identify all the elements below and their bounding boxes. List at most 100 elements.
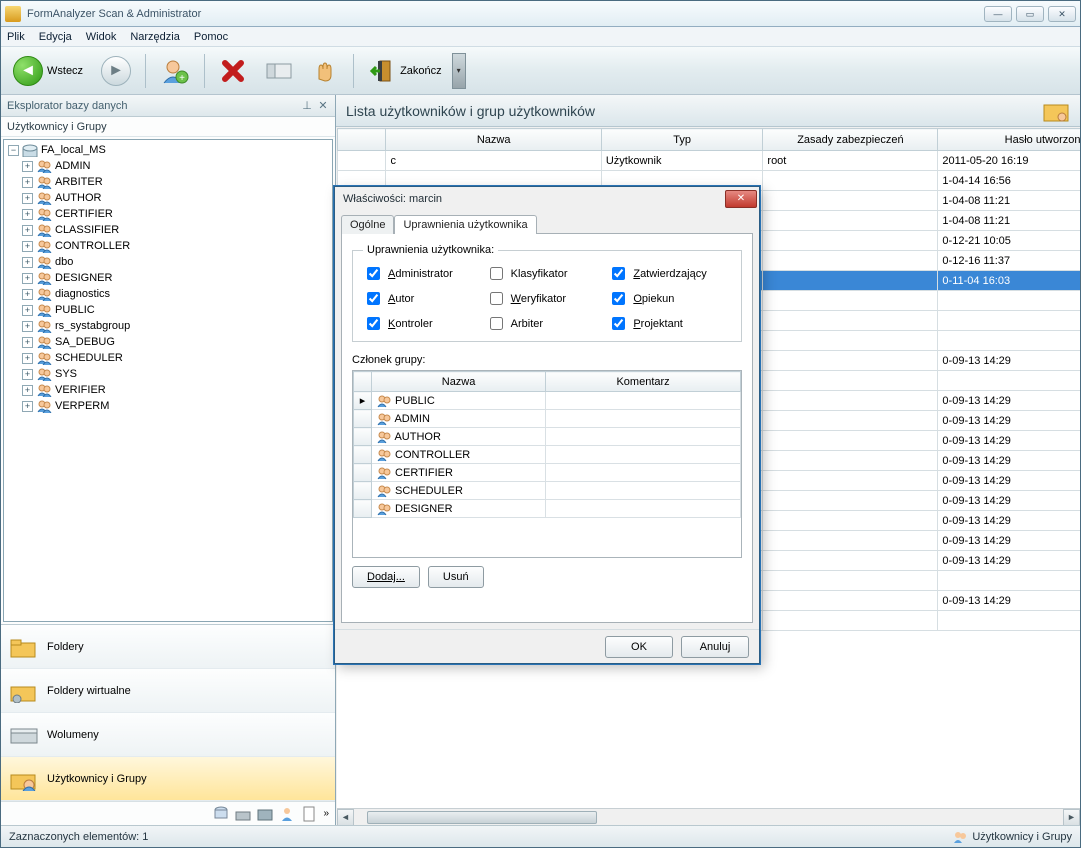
menu-widok[interactable]: Widok — [86, 31, 117, 43]
nav-item[interactable]: Wolumeny — [1, 713, 335, 757]
table-row[interactable]: cUżytkownikroot2011-05-20 16:192011-05-2… — [338, 151, 1081, 171]
menu-plik[interactable]: Plik — [7, 31, 25, 43]
maximize-button[interactable]: ▭ — [1016, 6, 1044, 22]
horizontal-scrollbar[interactable]: ◄► — [337, 808, 1080, 825]
svg-text:+: + — [179, 73, 185, 84]
back-label: Wstecz — [47, 65, 83, 77]
tree-item[interactable]: +PUBLIC — [6, 302, 330, 318]
tab-uprawnienia[interactable]: Uprawnienia użytkownika — [394, 215, 536, 234]
menu-narzedzia[interactable]: Narzędzia — [130, 31, 180, 43]
nav-item[interactable]: Użytkownicy i Grupy — [1, 757, 335, 801]
status-right: Użytkownicy i Grupy — [972, 831, 1072, 843]
tree-item[interactable]: +VERIFIER — [6, 382, 330, 398]
tab-ogolne[interactable]: Ogólne — [341, 215, 394, 234]
layout-button[interactable] — [259, 53, 299, 89]
tree-item[interactable]: +dbo — [6, 254, 330, 270]
overflow-icon[interactable]: » — [323, 808, 329, 819]
scanner-icon[interactable] — [235, 806, 251, 822]
tree-root[interactable]: −FA_local_MS — [6, 142, 330, 158]
member-row[interactable]: DESIGNER — [354, 500, 741, 518]
left-panel: Eksplorator bazy danych ⊥ ✕ Użytkownicy … — [1, 95, 336, 825]
perm-checkbox[interactable]: Administrator — [363, 264, 486, 283]
doc-icon[interactable] — [301, 806, 317, 822]
user-small-icon[interactable] — [279, 806, 295, 822]
explorer-header: Eksplorator bazy danych ⊥ ✕ — [1, 95, 335, 117]
app-icon — [5, 6, 21, 22]
tree-item[interactable]: +diagnostics — [6, 286, 330, 302]
member-row[interactable]: ▸ PUBLIC — [354, 392, 741, 410]
list-title: Lista użytkowników i grup użytkowników — [346, 103, 595, 119]
users-folder-icon — [1042, 99, 1070, 123]
members-box[interactable]: NazwaKomentarz▸ PUBLIC ADMIN AUTHOR CONT… — [352, 370, 742, 558]
db-icon[interactable] — [213, 806, 229, 822]
close-panel-icon[interactable]: ✕ — [317, 100, 329, 112]
dialog-close-button[interactable]: ✕ — [725, 190, 757, 208]
list-title-bar: Lista użytkowników i grup użytkowników — [336, 95, 1080, 127]
members-label: Członek grupy: — [352, 354, 742, 366]
tree-item[interactable]: +SCHEDULER — [6, 350, 330, 366]
toolbar: ◄ Wstecz ► + Zakończ ▾ — [1, 47, 1080, 95]
add-user-button[interactable]: + — [154, 53, 196, 89]
delete-button[interactable] — [213, 53, 253, 89]
add-button[interactable]: Dodaj... — [352, 566, 420, 588]
bottom-toolstrip: » — [1, 801, 335, 825]
perm-checkbox[interactable]: Autor — [363, 289, 486, 308]
minimize-button[interactable]: — — [984, 6, 1012, 22]
tree-item[interactable]: +VERPERM — [6, 398, 330, 414]
window-title: FormAnalyzer Scan & Administrator — [27, 8, 984, 20]
status-users-icon — [952, 830, 968, 844]
tree-item[interactable]: +ARBITER — [6, 174, 330, 190]
member-row[interactable]: AUTHOR — [354, 428, 741, 446]
tree-item[interactable]: +CONTROLLER — [6, 238, 330, 254]
dialog-titlebar[interactable]: Właściwości: marcin ✕ — [335, 187, 759, 211]
permissions-fieldset: Uprawnienia użytkownika: AdministratorKl… — [352, 244, 742, 342]
pin-icon[interactable]: ⊥ — [301, 100, 313, 112]
menu-edycja[interactable]: Edycja — [39, 31, 72, 43]
perm-checkbox[interactable]: Projektant — [608, 314, 731, 333]
member-row[interactable]: SCHEDULER — [354, 482, 741, 500]
tree-item[interactable]: +AUTHOR — [6, 190, 330, 206]
tree-item[interactable]: +rs_systabgroup — [6, 318, 330, 334]
app-window: FormAnalyzer Scan & Administrator — ▭ ✕ … — [0, 0, 1081, 848]
tree-item[interactable]: +SA_DEBUG — [6, 334, 330, 350]
dialog-title: Właściwości: marcin — [343, 193, 442, 205]
forward-button[interactable]: ► — [95, 53, 137, 89]
back-button[interactable]: ◄ Wstecz — [7, 53, 89, 89]
properties-dialog: Właściwości: marcin ✕ Ogólne Uprawnienia… — [334, 186, 760, 664]
titlebar[interactable]: FormAnalyzer Scan & Administrator — ▭ ✕ — [1, 1, 1080, 27]
perm-checkbox[interactable]: Zatwierdzający — [608, 264, 731, 283]
menubar: Plik Edycja Widok Narzędzia Pomoc — [1, 27, 1080, 47]
tree-item[interactable]: +DESIGNER — [6, 270, 330, 286]
explorer-subtitle: Użytkownicy i Grupy — [1, 117, 335, 137]
dialog-tabs: Ogólne Uprawnienia użytkownika — [335, 211, 759, 233]
perm-checkbox[interactable]: Kontroler — [363, 314, 486, 333]
close-button[interactable]: ✕ — [1048, 6, 1076, 22]
cancel-button[interactable]: Anuluj — [681, 636, 749, 658]
menu-pomoc[interactable]: Pomoc — [194, 31, 228, 43]
exit-button[interactable]: Zakończ — [362, 53, 448, 89]
tree-item[interactable]: +CLASSIFIER — [6, 222, 330, 238]
hand-button[interactable] — [305, 53, 345, 89]
tree-item[interactable]: +SYS — [6, 366, 330, 382]
permissions-legend: Uprawnienia użytkownika: — [363, 244, 498, 256]
explorer-title: Eksplorator bazy danych — [7, 100, 297, 112]
ok-button[interactable]: OK — [605, 636, 673, 658]
nav-item[interactable]: Foldery wirtualne — [1, 669, 335, 713]
tree-view[interactable]: −FA_local_MS+ADMIN+ARBITER+AUTHOR+CERTIF… — [3, 139, 333, 622]
remove-button[interactable]: Usuń — [428, 566, 484, 588]
perm-checkbox[interactable]: Opiekun — [608, 289, 731, 308]
member-row[interactable]: ADMIN — [354, 410, 741, 428]
toolbar-overflow[interactable]: ▾ — [452, 53, 466, 89]
tree-item[interactable]: +ADMIN — [6, 158, 330, 174]
exit-label: Zakończ — [400, 65, 442, 77]
perm-checkbox[interactable]: Arbiter — [486, 314, 609, 333]
volume-icon[interactable] — [257, 806, 273, 822]
dialog-tab-panel: Uprawnienia użytkownika: AdministratorKl… — [341, 233, 753, 623]
nav-item[interactable]: Foldery — [1, 625, 335, 669]
perm-checkbox[interactable]: Weryfikator — [486, 289, 609, 308]
perm-checkbox[interactable]: Klasyfikator — [486, 264, 609, 283]
member-row[interactable]: CONTROLLER — [354, 446, 741, 464]
statusbar: Zaznaczonych elementów: 1 Użytkownicy i … — [1, 825, 1080, 847]
tree-item[interactable]: +CERTIFIER — [6, 206, 330, 222]
member-row[interactable]: CERTIFIER — [354, 464, 741, 482]
